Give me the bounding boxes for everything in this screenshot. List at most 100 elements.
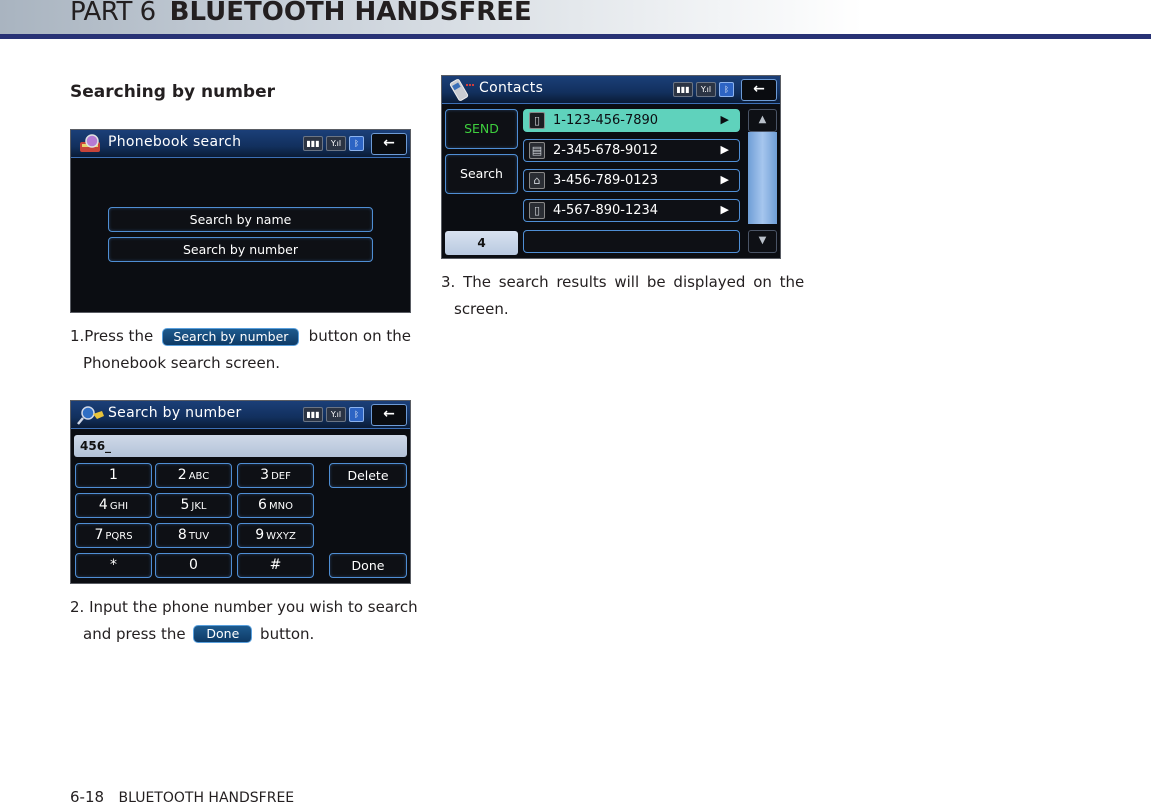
titlebar: Search by number ▮▮▮ Y.ıl ᛒ ← (71, 401, 410, 429)
key-0[interactable]: 0 (155, 553, 232, 578)
key-1[interactable]: 1 (75, 463, 152, 488)
titlebar: Contacts ▮▮▮ Y.ıl ᛒ ← (442, 76, 780, 104)
section-title: Searching by number (70, 82, 275, 102)
phonebook-search-screen: Phonebook search ▮▮▮ Y.ıl ᛒ ← Search by … (70, 129, 411, 313)
section-label: BLUETOOTH HANDSFREE (169, 0, 532, 27)
office-icon: ▤ (529, 142, 545, 159)
page-footer: 6-18 BLUETOOTH HANDSFREE (70, 788, 294, 803)
search-by-number-screen: Search by number ▮▮▮ Y.ıl ᛒ ← 456_ 1 2 ABC… (70, 400, 411, 584)
key-digit: # (269, 557, 282, 573)
key-8[interactable]: 8 TUV (155, 523, 232, 548)
delete-button[interactable]: Delete (329, 463, 407, 488)
step-2-line1: 2. Input the phone number you wish to se… (70, 598, 418, 616)
empty-contact-slot (523, 230, 740, 253)
mobile-icon: ▯ (529, 202, 545, 219)
key-digit: 6 (258, 497, 267, 513)
scrollbar-track[interactable] (748, 132, 777, 224)
key-7[interactable]: 7 PQRS (75, 523, 152, 548)
step-3: 3. The search results will be displayed … (441, 269, 805, 323)
bluetooth-icon: ᛒ (719, 82, 734, 97)
step-2: 2. Input the phone number you wish to se… (70, 594, 418, 648)
query-display: 4 (445, 231, 518, 255)
key-letters: DEF (271, 471, 291, 482)
step-1-prefix: 1.Press the (70, 327, 154, 345)
signal-icon: Y.ıl (326, 136, 346, 151)
key-digit: 9 (255, 527, 265, 543)
page-number: 6-18 (70, 788, 105, 803)
chevron-right-icon: ▶ (720, 173, 729, 186)
phone-handset-icon (449, 79, 475, 101)
search-by-name-button[interactable]: Search by name (108, 207, 373, 232)
search-button[interactable]: Search (445, 154, 518, 194)
search-by-number-button[interactable]: Search by number (108, 237, 373, 262)
chevron-right-icon: ▶ (720, 203, 729, 216)
key-digit: 2 (177, 467, 187, 483)
status-icons: ▮▮▮ Y.ıl ᛒ (303, 136, 364, 151)
key-digit: 8 (177, 527, 187, 543)
back-button[interactable]: ← (371, 404, 407, 426)
status-icons: ▮▮▮ Y.ıl ᛒ (673, 82, 734, 97)
key-6[interactable]: 6 MNO (237, 493, 314, 518)
key-digit: 5 (180, 497, 190, 513)
contact-row[interactable]: ⌂ 3-456-789-0123 ▶ (523, 169, 740, 192)
key-digit: 1 (109, 467, 118, 483)
screen-title: Phonebook search (108, 134, 242, 150)
mobile-icon: ▯ (529, 112, 545, 129)
step-3-line1: 3. The search results will be displayed … (441, 273, 805, 291)
contact-row[interactable]: ▤ 2-345-678-9012 ▶ (523, 139, 740, 162)
contact-row[interactable]: ▯ 1-123-456-7890 ▶ (523, 109, 740, 132)
contact-number: 1-123-456-7890 (553, 113, 659, 128)
key-letters: JKL (191, 501, 207, 512)
bluetooth-icon: ᛒ (349, 407, 364, 422)
contact-row[interactable]: ▯ 4-567-890-1234 ▶ (523, 199, 740, 222)
done-inline-button: Done (193, 625, 253, 643)
key-digit: * (110, 557, 117, 573)
send-button[interactable]: SEND (445, 109, 518, 149)
scroll-up-button[interactable]: ▲ (748, 109, 777, 132)
bluetooth-icon: ᛒ (349, 136, 364, 151)
key-hash[interactable]: # (237, 553, 314, 578)
key-letters: MNO (268, 501, 293, 512)
battery-icon: ▮▮▮ (303, 407, 323, 422)
step-2-suffix: button. (260, 625, 315, 643)
step-2-prefix: and press the (83, 625, 186, 643)
key-2[interactable]: 2 ABC (155, 463, 232, 488)
header-rule (0, 34, 1151, 39)
key-4[interactable]: 4 GHI (75, 493, 152, 518)
chevron-right-icon: ▶ (720, 143, 729, 156)
home-icon: ⌂ (529, 172, 545, 189)
step-1-line2: Phonebook search screen. (83, 354, 281, 372)
key-9[interactable]: 9 WXYZ (237, 523, 314, 548)
key-letters: PQRS (105, 531, 133, 542)
screen-title: Contacts (479, 80, 544, 96)
key-5[interactable]: 5 JKL (155, 493, 232, 518)
key-digit: 3 (260, 467, 270, 483)
chevron-right-icon: ▶ (720, 113, 729, 126)
done-button[interactable]: Done (329, 553, 407, 578)
step-3-line2: screen. (454, 300, 509, 318)
chapter-title: PART 6 BLUETOOTH HANDSFREE (70, 0, 532, 27)
step-1-suffix: button on the (308, 327, 411, 345)
phonebook-icon (80, 134, 100, 152)
key-digit: 0 (189, 557, 198, 573)
status-icons: ▮▮▮ Y.ıl ᛒ (303, 407, 364, 422)
screen-title: Search by number (108, 405, 242, 421)
key-3[interactable]: 3 DEF (237, 463, 314, 488)
titlebar: Phonebook search ▮▮▮ Y.ıl ᛒ ← (71, 130, 410, 158)
search-key-icon (77, 406, 104, 425)
back-button[interactable]: ← (741, 79, 777, 101)
key-letters: TUV (188, 531, 210, 542)
page-header: PART 6 BLUETOOTH HANDSFREE (0, 0, 1151, 39)
battery-icon: ▮▮▮ (673, 82, 693, 97)
part-label: PART 6 (70, 0, 156, 27)
scroll-down-button[interactable]: ▼ (748, 230, 777, 253)
key-letters: ABC (188, 471, 210, 482)
signal-icon: Y.ıl (326, 407, 346, 422)
back-button[interactable]: ← (371, 133, 407, 155)
key-star[interactable]: * (75, 553, 152, 578)
contact-number: 4-567-890-1234 (553, 203, 659, 218)
search-by-number-inline-button: Search by number (162, 327, 300, 346)
number-input[interactable]: 456_ (74, 435, 407, 457)
footer-section: BLUETOOTH HANDSFREE (118, 790, 295, 803)
key-digit: 7 (94, 527, 104, 543)
